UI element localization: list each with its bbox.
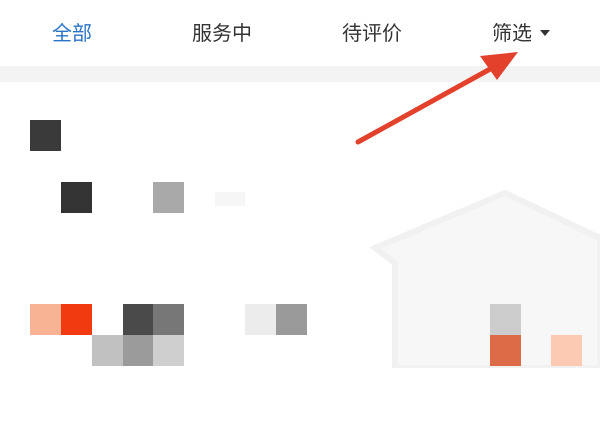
filter-label: 筛选: [492, 21, 532, 45]
mosaic-block: [490, 304, 521, 335]
mosaic-block: [490, 335, 521, 366]
mosaic-block: [92, 335, 123, 366]
mosaic-block: [153, 335, 184, 366]
mosaic-block: [30, 304, 61, 335]
tab-to-review[interactable]: 待评价: [342, 17, 402, 49]
mosaic-block: [153, 182, 184, 213]
mosaic-block: [30, 120, 61, 151]
mosaic-block: [153, 304, 184, 335]
filter-button[interactable]: 筛选: [492, 17, 550, 49]
app-screen: 全部 服务中 待评价 筛选: [0, 0, 600, 427]
mosaic-block: [61, 182, 92, 213]
mosaic-block: [61, 304, 92, 335]
mosaic-block: [245, 304, 276, 335]
tab-serving-label: 服务中: [192, 21, 252, 45]
mosaic-block: [276, 304, 307, 335]
mosaic-block: [123, 304, 154, 335]
mosaic-block: [551, 335, 582, 366]
tab-serving[interactable]: 服务中: [192, 17, 252, 49]
order-list-area: [0, 82, 600, 427]
order-tab-bar: 全部 服务中 待评价 筛选: [0, 0, 600, 66]
section-divider: [0, 66, 600, 82]
tab-to-review-label: 待评价: [342, 21, 402, 45]
caret-down-icon: [540, 29, 550, 36]
mosaic-block: [123, 335, 154, 366]
tab-all-label: 全部: [52, 21, 92, 45]
mosaic-block: [215, 192, 245, 206]
tab-all[interactable]: 全部: [52, 17, 92, 49]
